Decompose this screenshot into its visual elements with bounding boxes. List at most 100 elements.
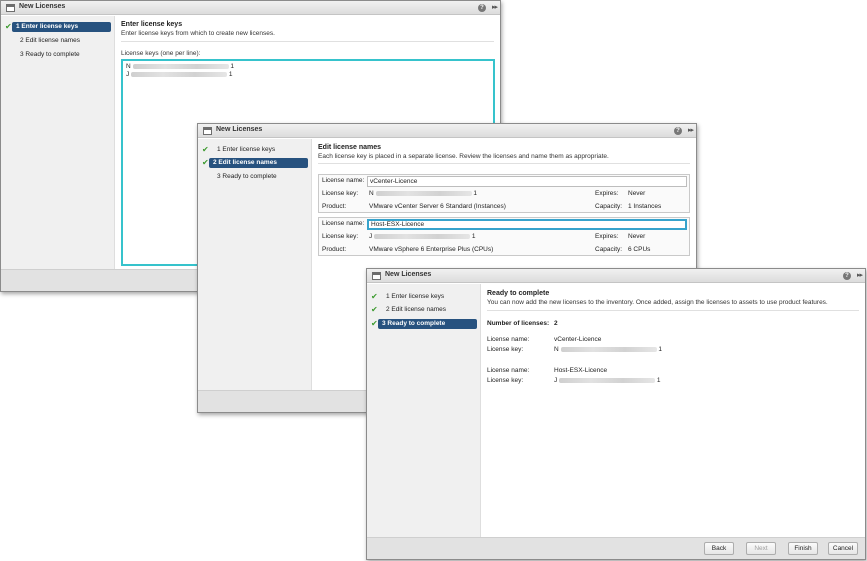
expand-icon[interactable]: ▸▸ xyxy=(857,271,863,279)
expires-label: Expires: xyxy=(595,233,619,240)
capacity-label: Capacity: xyxy=(595,246,623,253)
expires-value: Never xyxy=(628,190,646,197)
check-icon: ✔ xyxy=(202,158,209,167)
capacity-label: Capacity: xyxy=(595,203,623,210)
check-icon: ✔ xyxy=(371,292,378,301)
redacted-key xyxy=(559,377,656,383)
divider xyxy=(487,310,859,311)
license1-name-label: License name: xyxy=(487,336,530,343)
dialog-title-bar[interactable]: New Licenses ? ▸▸ xyxy=(198,124,696,138)
license-key-value: J 1 xyxy=(369,233,476,240)
window-icon xyxy=(372,272,381,280)
dialog-footer: Back Next Finish Cancel xyxy=(367,537,865,559)
wizard-steps-sidebar: ✔ 1 Enter license keys 2 Edit license na… xyxy=(1,16,115,269)
dialog-title: New Licenses xyxy=(216,126,263,133)
dialog-title-bar[interactable]: New Licenses ? ▸▸ xyxy=(367,269,865,283)
redacted-key xyxy=(374,233,471,239)
product-value: VMware vCenter Server 6 Standard (Instan… xyxy=(369,203,506,210)
page-description: Each license key is placed in a separate… xyxy=(318,153,609,160)
check-icon: ✔ xyxy=(5,22,12,31)
step-label: 2 Edit license names xyxy=(386,306,446,313)
wizard-steps-sidebar: ✔ 1 Enter license keys ✔ 2 Edit license … xyxy=(198,139,312,390)
key-suffix: 1 xyxy=(228,71,233,78)
step-edit-license-names[interactable]: 2 Edit license names xyxy=(5,36,111,46)
step-label: 3 Ready to complete xyxy=(217,173,277,180)
key-prefix: J xyxy=(369,233,373,240)
dialog-title-bar[interactable]: New Licenses ? ▸▸ xyxy=(1,1,500,15)
key-suffix: 1 xyxy=(658,346,662,353)
step-label: 1 Enter license keys xyxy=(12,22,111,32)
capacity-value: 6 CPUs xyxy=(628,246,651,253)
key-suffix: 1 xyxy=(471,233,476,240)
key-prefix: N xyxy=(554,346,559,353)
step-label: 2 Edit license names xyxy=(209,158,308,168)
divider xyxy=(318,163,690,164)
expires-label: Expires: xyxy=(595,190,619,197)
page-description: You can now add the new licenses to the … xyxy=(487,299,828,306)
license-key-label: License key: xyxy=(322,190,359,197)
license-name-input[interactable]: Host-ESX-Licence xyxy=(367,219,687,230)
step-ready-to-complete[interactable]: ✔ 3 Ready to complete xyxy=(371,319,477,329)
step-enter-license-keys[interactable]: ✔ 1 Enter license keys xyxy=(5,22,111,32)
license1-key-label: License key: xyxy=(487,346,524,353)
back-button[interactable]: Back xyxy=(704,542,734,555)
check-icon: ✔ xyxy=(371,319,378,328)
product-label: Product: xyxy=(322,203,347,210)
page-title: Enter license keys xyxy=(121,21,183,28)
license-name-label: License name: xyxy=(322,177,365,184)
license-name-input[interactable]: vCenter-Licence xyxy=(367,176,687,187)
product-label: Product: xyxy=(322,246,347,253)
dialog-ready-to-complete: New Licenses ? ▸▸ ✔ 1 Enter license keys… xyxy=(366,268,866,560)
step-label: 1 Enter license keys xyxy=(386,293,445,300)
license2-name-label: License name: xyxy=(487,367,530,374)
key-suffix: 1 xyxy=(230,63,234,70)
page-title: Edit license names xyxy=(318,144,382,151)
license1-key-value: N 1 xyxy=(554,346,662,353)
expand-icon[interactable]: ▸▸ xyxy=(688,126,694,134)
license-key-line: N 1 xyxy=(126,63,234,70)
next-button[interactable]: Next xyxy=(746,542,776,555)
license2-key-value: J 1 xyxy=(554,377,661,384)
step-edit-license-names[interactable]: ✔ 2 Edit license names xyxy=(202,158,308,168)
expires-value: Never xyxy=(628,233,646,240)
license2-key-label: License key: xyxy=(487,377,524,384)
expand-icon[interactable]: ▸▸ xyxy=(492,3,498,11)
license-key-line: J 1 xyxy=(126,71,233,78)
step-edit-license-names[interactable]: ✔ 2 Edit license names xyxy=(371,305,477,315)
check-icon: ✔ xyxy=(202,145,209,154)
window-icon xyxy=(203,127,212,135)
step-enter-license-keys[interactable]: ✔ 1 Enter license keys xyxy=(202,145,308,155)
key-suffix: 1 xyxy=(656,377,661,384)
finish-button[interactable]: Finish xyxy=(788,542,818,555)
step-enter-license-keys[interactable]: ✔ 1 Enter license keys xyxy=(371,292,477,302)
wizard-steps-sidebar: ✔ 1 Enter license keys ✔ 2 Edit license … xyxy=(367,284,481,537)
dialog-title: New Licenses xyxy=(19,3,66,10)
license2-name-value: Host-ESX-Licence xyxy=(554,367,608,374)
key-prefix: N xyxy=(369,190,374,197)
dialog-title: New Licenses xyxy=(385,271,432,278)
key-suffix: 1 xyxy=(473,190,477,197)
window-icon xyxy=(6,4,15,12)
help-icon[interactable]: ? xyxy=(478,4,486,12)
license-count-label: Number of licenses: xyxy=(487,320,550,327)
step-label: 1 Enter license keys xyxy=(217,146,276,153)
key-prefix: J xyxy=(554,377,558,384)
check-icon: ✔ xyxy=(371,305,378,314)
step-label: 3 Ready to complete xyxy=(378,319,477,329)
divider xyxy=(121,41,494,42)
cancel-button[interactable]: Cancel xyxy=(828,542,858,555)
page-description: Enter license keys from which to create … xyxy=(121,30,275,37)
license-key-label: License key: xyxy=(322,233,359,240)
redacted-key xyxy=(375,190,472,196)
step-label: 3 Ready to complete xyxy=(20,51,80,58)
license-card: License name: Host-ESX-Licence License k… xyxy=(318,217,690,256)
step-ready-to-complete[interactable]: 3 Ready to complete xyxy=(5,50,111,60)
help-icon[interactable]: ? xyxy=(843,272,851,280)
step-ready-to-complete[interactable]: 3 Ready to complete xyxy=(202,172,308,182)
license-key-value: N 1 xyxy=(369,190,477,197)
key-prefix: N xyxy=(126,63,131,70)
help-icon[interactable]: ? xyxy=(674,127,682,135)
redacted-key xyxy=(560,346,657,352)
license-keys-label: License keys (one per line): xyxy=(121,50,201,57)
license-name-label: License name: xyxy=(322,220,365,227)
